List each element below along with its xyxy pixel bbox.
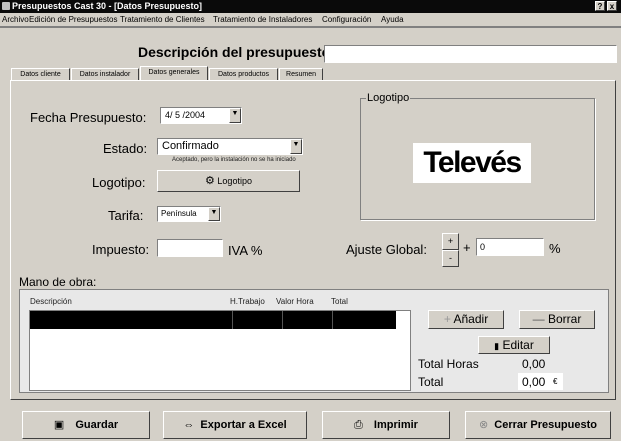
editar-label: Editar [502, 338, 534, 352]
menu-ayuda[interactable]: Ayuda [381, 13, 404, 26]
menu-archivo[interactable]: Archivo [2, 13, 29, 26]
descripcion-label: Descripción del presupuesto: [138, 44, 335, 60]
descripcion-input[interactable] [324, 45, 617, 63]
window-title: Presupuestos Cast 30 - [Datos Presupuest… [12, 1, 203, 11]
chevron-down-icon[interactable]: ▼ [208, 207, 220, 221]
estado-note: Aceptado, pero la instalación no se ha i… [172, 157, 296, 163]
printer-icon: ⎙ [354, 419, 363, 431]
logo-brand-text: Televés [423, 146, 522, 179]
estado-label: Estado: [103, 141, 148, 156]
estado-value: Confirmado [162, 140, 219, 152]
guardar-label: Guardar [75, 419, 119, 431]
tab-resumen[interactable]: Resumen [279, 68, 323, 80]
tarifa-label: Tarifa: [108, 208, 144, 223]
cerrar-label: Cerrar Presupuesto [494, 419, 597, 431]
logotipo-group-title: Logotipo [366, 92, 411, 104]
menu-clientes[interactable]: Tratamiento de Clientes [120, 13, 205, 26]
table-row[interactable] [30, 311, 396, 329]
impuesto-input[interactable] [157, 239, 223, 257]
ajuste-pct: % [549, 241, 561, 256]
anadir-label: Añadir [453, 312, 489, 326]
mano-obra-title: Mano de obra: [19, 275, 97, 289]
tarifa-value: Península [161, 209, 197, 218]
menu-divider [0, 26, 621, 28]
menu-edicion[interactable]: Edición de Presupuestos [29, 13, 118, 26]
menu-instaladores[interactable]: Tratamiento de Instaladores [213, 13, 312, 26]
menu-configuracion[interactable]: Configuración [322, 13, 371, 26]
col-total: Total [331, 297, 348, 306]
total-horas-value: 0,00 [522, 357, 546, 371]
plus-icon: + [443, 312, 451, 326]
cerrar-presupuesto-button[interactable]: ⊗ Cerrar Presupuesto [465, 411, 611, 439]
tab-datos-productos[interactable]: Datos productos [209, 68, 278, 80]
ajuste-input[interactable]: 0 [476, 238, 544, 256]
cell-divider [332, 311, 333, 329]
ajuste-decrement-button[interactable]: - [442, 250, 459, 267]
chevron-down-icon[interactable]: ▼ [290, 139, 302, 154]
cell-divider [282, 311, 283, 329]
fecha-picker[interactable]: 4/ 5 /2004 ▼ [160, 107, 242, 124]
chevron-down-icon[interactable]: ▼ [229, 108, 241, 123]
title-bar: Presupuestos Cast 30 - [Datos Presupuest… [0, 0, 621, 13]
borrar-label: Borrar [548, 312, 582, 326]
ajuste-sign: + [463, 240, 471, 255]
image-icon: ⚙ [205, 175, 215, 187]
tab-datos-cliente[interactable]: Datos cliente [11, 68, 70, 80]
logotipo-button[interactable]: ⚙ Logotipo [157, 170, 300, 192]
menu-bar: Archivo Edición de Presupuestos Tratamie… [0, 13, 621, 26]
logo-image: Televés [413, 143, 531, 183]
logotipo-label: Logotipo: [92, 175, 146, 190]
grid-header: Descripción H.Trabajo Valor Hora Total [19, 297, 419, 309]
impuesto-label: Impuesto: [92, 242, 150, 257]
col-valor-hora: Valor Hora [276, 297, 314, 306]
col-descripcion: Descripción [30, 297, 72, 306]
app-icon [2, 2, 10, 10]
close-button[interactable]: x [607, 1, 617, 11]
fecha-value: 4/ 5 /2004 [165, 110, 206, 120]
exportar-excel-button[interactable]: ⇔ Exportar a Excel [163, 411, 307, 439]
minus-icon: — [532, 312, 545, 326]
tarifa-select[interactable]: Península ▼ [157, 206, 221, 222]
help-button[interactable]: ? [595, 1, 605, 11]
export-icon: ⇔ [183, 419, 195, 431]
anadir-button[interactable]: + Añadir [428, 310, 504, 329]
editar-button[interactable]: ▮ Editar [478, 336, 550, 354]
cell-divider [232, 311, 233, 329]
total-horas-label: Total Horas [418, 357, 479, 371]
logotipo-button-label: Logotipo [217, 176, 252, 186]
save-icon: ▣ [53, 419, 65, 431]
ajuste-increment-button[interactable]: + [442, 233, 459, 250]
iva-label: IVA % [228, 243, 263, 258]
currency-symbol: € [553, 377, 558, 386]
total-label: Total [418, 375, 444, 389]
total-box: 0,00 € [518, 373, 563, 390]
tab-datos-generales[interactable]: Datos generales [140, 66, 208, 81]
ajuste-label: Ajuste Global: [346, 242, 427, 257]
borrar-button[interactable]: — Borrar [519, 310, 595, 329]
imprimir-button[interactable]: ⎙ Imprimir [322, 411, 450, 439]
tab-datos-instalador[interactable]: Datos instalador [71, 68, 139, 80]
guardar-button[interactable]: ▣ Guardar [22, 411, 150, 439]
fecha-label: Fecha Presupuesto: [30, 110, 147, 125]
close-icon: ⊗ [479, 419, 489, 431]
document-icon: ▮ [494, 341, 500, 351]
mano-obra-grid[interactable] [29, 310, 411, 391]
imprimir-label: Imprimir [373, 419, 418, 431]
estado-select[interactable]: Confirmado ▼ [157, 138, 303, 155]
total-value: 0,00 [522, 375, 546, 389]
col-h-trabajo: H.Trabajo [230, 297, 265, 306]
exportar-label: Exportar a Excel [200, 419, 287, 431]
